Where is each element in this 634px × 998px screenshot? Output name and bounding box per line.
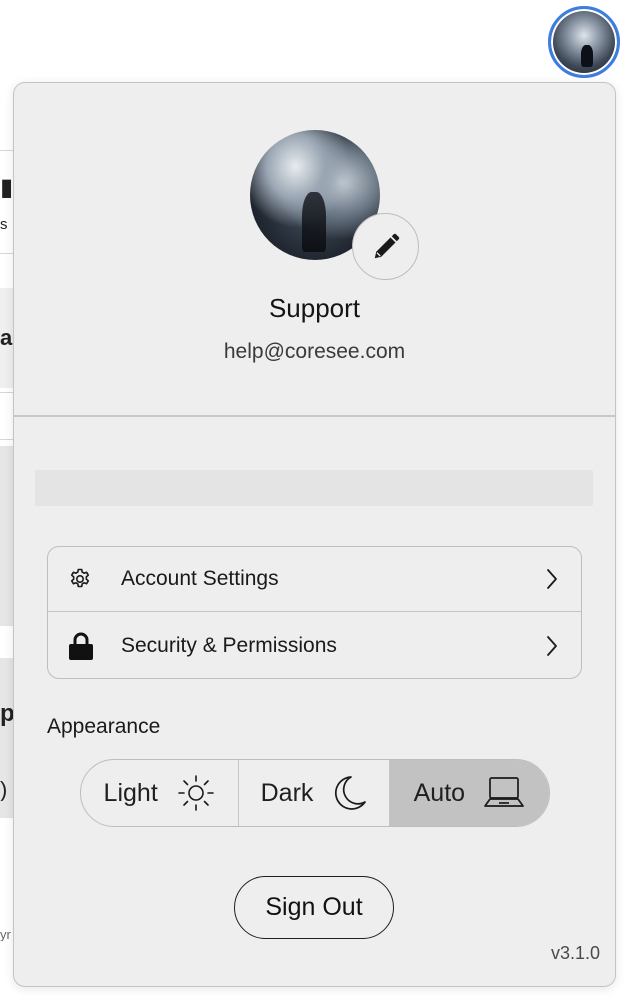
theme-option-label: Auto: [413, 778, 466, 807]
theme-option-light[interactable]: Light: [81, 760, 240, 826]
gear-icon: [68, 567, 92, 591]
account-dropdown-panel: Support help@coresee.com Account Setting…: [13, 82, 616, 987]
menu-item-label: Security & Permissions: [121, 633, 337, 657]
background-text-fragment: p: [0, 702, 14, 726]
edit-photo-button[interactable]: [352, 213, 419, 280]
sign-out-button[interactable]: Sign Out: [234, 876, 394, 939]
sun-icon: [176, 773, 216, 813]
theme-option-label: Dark: [260, 778, 314, 807]
profile-name: Support: [268, 293, 361, 323]
version-label: v3.1.0: [550, 943, 600, 963]
background-card: [0, 392, 14, 440]
background-text-fragment: s: [0, 217, 8, 232]
theme-option-dark[interactable]: Dark: [239, 760, 390, 826]
background-text-fragment: ar: [0, 327, 14, 349]
loading-placeholder-bar: [35, 470, 593, 506]
background-text-fragment: ): [0, 779, 8, 801]
user-avatar-button[interactable]: [548, 6, 620, 78]
settings-menu: Account Settings Security & Permissions: [47, 546, 582, 679]
background-card: [0, 446, 14, 626]
account-settings-item[interactable]: Account Settings: [48, 547, 581, 612]
theme-option-auto[interactable]: Auto: [389, 760, 549, 826]
background-icon-fragment: ▮: [0, 176, 14, 200]
profile-section: Support help@coresee.com: [14, 83, 615, 416]
menu-item-label: Account Settings: [121, 567, 279, 590]
chevron-right-icon: [545, 635, 559, 657]
theme-option-label: Light: [103, 778, 158, 807]
profile-photo-container: [250, 130, 420, 280]
theme-toggle: Light Dark Auto: [80, 759, 550, 827]
appearance-heading: Appearance: [47, 715, 161, 738]
section-divider: [14, 415, 615, 417]
laptop-icon: [483, 775, 525, 811]
background-text-fragment: yr: [0, 928, 11, 941]
moon-icon: [331, 774, 367, 812]
background-card: [0, 150, 14, 254]
lock-icon: [68, 632, 94, 660]
security-permissions-item[interactable]: Security & Permissions: [48, 613, 581, 678]
background-page: ▮ s ar p ) yr: [0, 0, 14, 998]
pencil-icon: [371, 232, 401, 262]
chevron-right-icon: [545, 568, 559, 590]
profile-email: help@coresee.com: [223, 340, 406, 363]
